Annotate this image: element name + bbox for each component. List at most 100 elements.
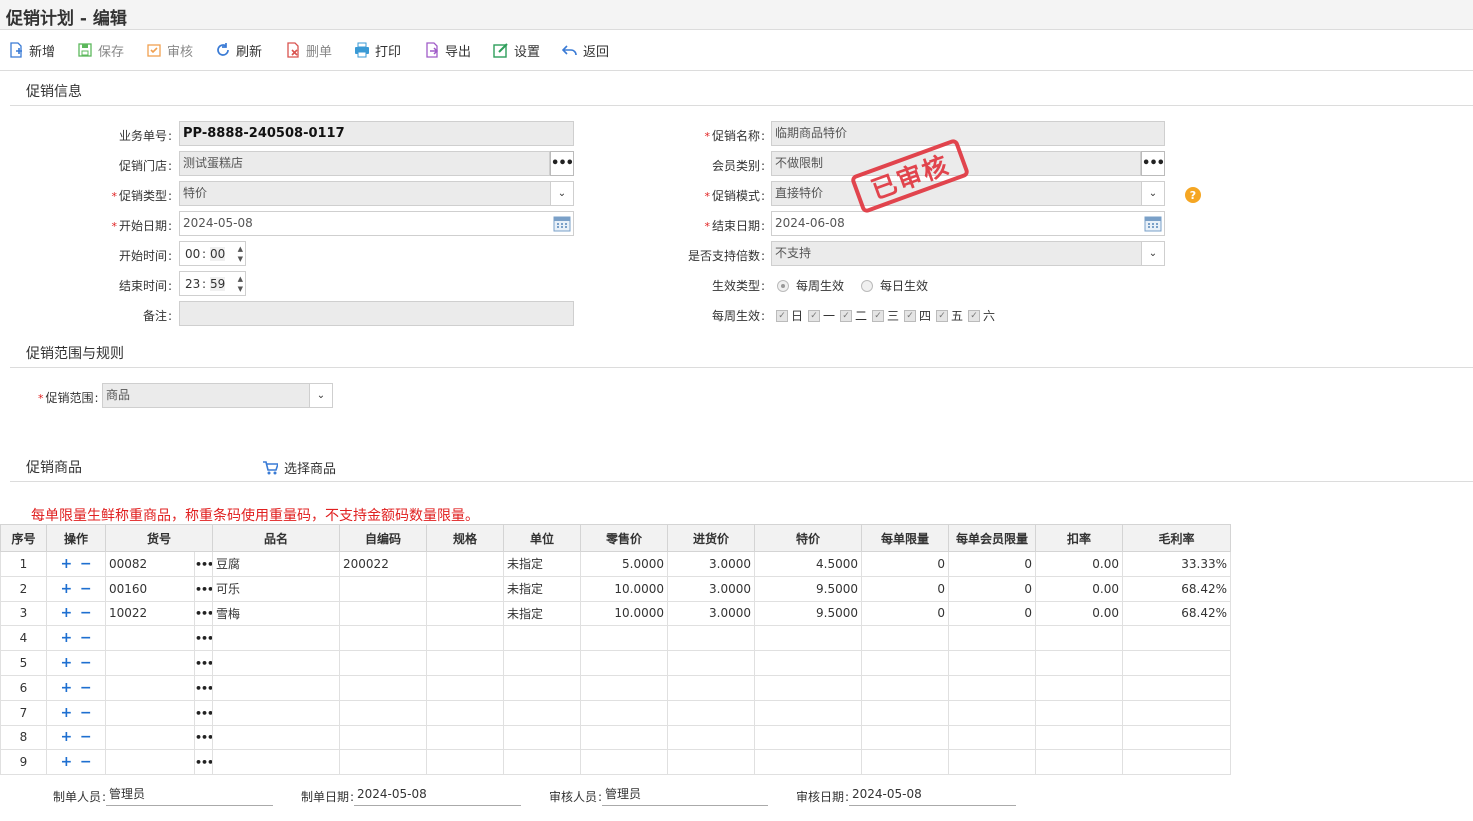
code-picker-button[interactable]: •••: [193, 650, 214, 676]
code-cell[interactable]: [105, 724, 195, 751]
weekday-checkbox-thu[interactable]: ✓ 四: [904, 307, 931, 324]
mode-select[interactable]: 直接特价: [771, 181, 1165, 206]
special-cell[interactable]: [754, 699, 863, 726]
limit-cell[interactable]: [861, 625, 950, 652]
code-cell[interactable]: 10022: [105, 600, 195, 627]
weekday-checkbox-sat[interactable]: ✓ 六: [968, 307, 995, 324]
mode-dropdown-button[interactable]: ⌄: [1141, 181, 1165, 206]
audit-button[interactable]: 审核: [146, 40, 193, 60]
special-cell[interactable]: 9.5000: [754, 575, 863, 602]
settings-button[interactable]: 设置: [493, 40, 540, 60]
add-row-icon[interactable]: +: [60, 729, 72, 745]
back-button[interactable]: 返回: [562, 40, 609, 60]
multiple-dropdown-button[interactable]: ⌄: [1141, 241, 1165, 266]
special-cell[interactable]: [754, 749, 863, 776]
start-time-field[interactable]: 00 : 00 ▲ ▼: [179, 241, 246, 266]
weekday-checkbox-sun[interactable]: ✓ 日: [776, 307, 803, 324]
spin-down-icon[interactable]: ▼: [238, 255, 243, 263]
print-button[interactable]: 打印: [354, 40, 401, 60]
member-limit-cell[interactable]: [948, 749, 1037, 776]
end-time-field[interactable]: 23 : 59 ▲ ▼: [179, 271, 246, 296]
remove-row-icon[interactable]: −: [80, 581, 92, 597]
code-cell[interactable]: 00160: [105, 575, 195, 602]
limit-cell[interactable]: [861, 724, 950, 751]
limit-cell[interactable]: 0: [861, 551, 950, 577]
scope-dropdown-button[interactable]: ⌄: [309, 383, 333, 408]
code-cell[interactable]: [105, 674, 195, 701]
member-limit-cell[interactable]: [948, 699, 1037, 726]
code-picker-button[interactable]: •••: [193, 551, 214, 577]
save-button[interactable]: 保存: [77, 40, 124, 60]
add-row-icon[interactable]: +: [60, 556, 72, 572]
special-cell[interactable]: 9.5000: [754, 600, 863, 627]
member-limit-cell[interactable]: [948, 674, 1037, 701]
code-picker-button[interactable]: •••: [193, 600, 214, 627]
type-dropdown-button[interactable]: ⌄: [550, 181, 574, 206]
code-picker-button[interactable]: •••: [193, 749, 214, 776]
scope-select[interactable]: 商品: [102, 383, 333, 408]
remove-row-icon[interactable]: −: [80, 754, 92, 770]
limit-cell[interactable]: 0: [861, 600, 950, 627]
member-limit-cell[interactable]: [948, 650, 1037, 676]
code-picker-button[interactable]: •••: [193, 699, 214, 726]
member-limit-cell[interactable]: 0: [948, 600, 1037, 627]
add-row-icon[interactable]: +: [60, 605, 72, 621]
weekday-checkbox-fri[interactable]: ✓ 五: [936, 307, 963, 324]
refresh-button[interactable]: 刷新: [215, 40, 262, 60]
limit-cell[interactable]: [861, 650, 950, 676]
add-row-icon[interactable]: +: [60, 630, 72, 646]
code-picker-button[interactable]: •••: [193, 724, 214, 751]
special-cell[interactable]: 4.5000: [754, 551, 863, 577]
new-button[interactable]: 新增: [8, 40, 55, 60]
weekday-checkbox-tue[interactable]: ✓ 二: [840, 307, 867, 324]
remove-row-icon[interactable]: −: [80, 705, 92, 721]
remove-row-icon[interactable]: −: [80, 680, 92, 696]
help-icon[interactable]: ?: [1185, 187, 1201, 203]
code-picker-button[interactable]: •••: [193, 625, 214, 652]
add-row-icon[interactable]: +: [60, 655, 72, 671]
export-button[interactable]: 导出: [424, 40, 471, 60]
limit-cell[interactable]: [861, 749, 950, 776]
store-field[interactable]: 测试蛋糕店: [179, 151, 550, 176]
calendar-icon[interactable]: [1144, 215, 1162, 235]
member-picker-button[interactable]: •••: [1141, 151, 1165, 176]
remove-row-icon[interactable]: −: [80, 729, 92, 745]
weekday-checkbox-mon[interactable]: ✓ 一: [808, 307, 835, 324]
remark-field[interactable]: [179, 301, 574, 326]
effect-weekly-radio[interactable]: 每周生效: [777, 277, 844, 294]
spin-up-icon[interactable]: ▲: [238, 245, 243, 253]
member-limit-cell[interactable]: 0: [948, 551, 1037, 577]
spin-down-icon[interactable]: ▼: [238, 285, 243, 293]
code-cell[interactable]: [105, 699, 195, 726]
name-field[interactable]: 临期商品特价: [771, 121, 1165, 146]
add-row-icon[interactable]: +: [60, 680, 72, 696]
remove-row-icon[interactable]: −: [80, 630, 92, 646]
add-row-icon[interactable]: +: [60, 581, 72, 597]
code-picker-button[interactable]: •••: [193, 674, 214, 701]
store-picker-button[interactable]: •••: [550, 151, 574, 176]
effect-daily-radio[interactable]: 每日生效: [861, 277, 928, 294]
special-cell[interactable]: [754, 650, 863, 676]
limit-cell[interactable]: [861, 674, 950, 701]
special-cell[interactable]: [754, 625, 863, 652]
special-cell[interactable]: [754, 724, 863, 751]
select-products-button[interactable]: 选择商品: [262, 458, 336, 477]
code-cell[interactable]: 00082: [105, 551, 195, 577]
remove-row-icon[interactable]: −: [80, 556, 92, 572]
member-limit-cell[interactable]: 0: [948, 575, 1037, 602]
multiple-select[interactable]: 不支持: [771, 241, 1165, 266]
code-cell[interactable]: [105, 749, 195, 776]
type-select[interactable]: 特价: [179, 181, 574, 206]
delete-doc-button[interactable]: 删单: [285, 40, 332, 60]
code-cell[interactable]: [105, 625, 195, 652]
start-date-field[interactable]: 2024-05-08: [179, 211, 574, 236]
limit-cell[interactable]: [861, 699, 950, 726]
remove-row-icon[interactable]: −: [80, 605, 92, 621]
weekday-checkbox-wed[interactable]: ✓ 三: [872, 307, 899, 324]
add-row-icon[interactable]: +: [60, 705, 72, 721]
code-picker-button[interactable]: •••: [193, 575, 214, 602]
special-cell[interactable]: [754, 674, 863, 701]
end-date-field[interactable]: 2024-06-08: [771, 211, 1165, 236]
code-cell[interactable]: [105, 650, 195, 676]
remove-row-icon[interactable]: −: [80, 655, 92, 671]
